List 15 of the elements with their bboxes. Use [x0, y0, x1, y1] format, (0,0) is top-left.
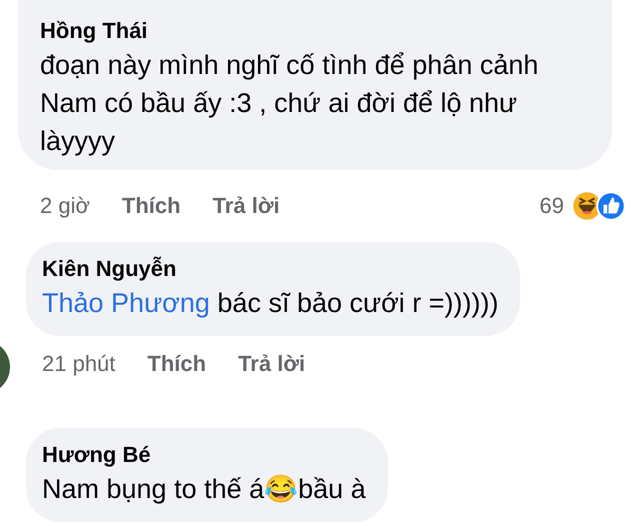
- mention-link[interactable]: Thảo Phương: [42, 288, 210, 318]
- action-link[interactable]: Thích: [147, 351, 206, 377]
- author-name[interactable]: Hương Bé: [42, 440, 366, 470]
- like-icon: [596, 191, 626, 221]
- action-link[interactable]: Trả lời: [212, 193, 280, 219]
- author-name[interactable]: Kiên Nguyễn: [42, 254, 498, 284]
- reaction-count[interactable]: 69: [540, 193, 564, 219]
- comment-text: đoạn này mình nghĩ cố tình để phân cảnh Nam có bầu ấy :3 , chứ ai đời để lộ như làyyyy: [40, 49, 540, 158]
- action-link[interactable]: Trả lời: [238, 351, 306, 377]
- action-link[interactable]: Thích: [122, 193, 181, 219]
- timestamp: 21 phút: [42, 351, 116, 377]
- comment-text: Thảo Phương bác sĩ bảo cưới r =)))))): [42, 287, 498, 320]
- timestamp: 2 giờ: [40, 193, 90, 219]
- comment-text: Nam bụng to thế á😂bầu à: [42, 473, 366, 506]
- author-name[interactable]: Hồng Thái: [40, 16, 586, 46]
